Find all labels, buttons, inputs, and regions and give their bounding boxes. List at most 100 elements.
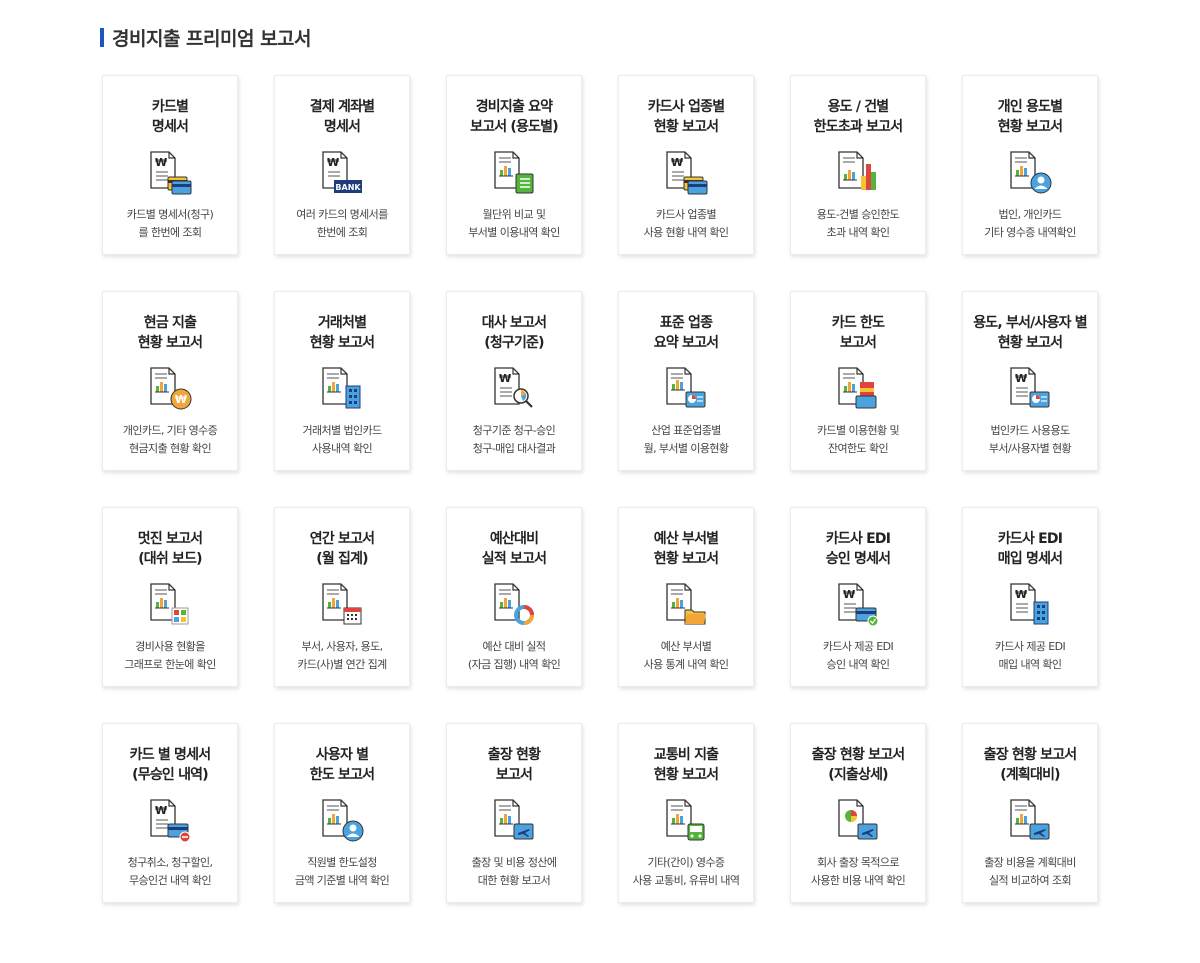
report-card[interactable]: 멋진 보고서 (대쉬 보드) 경비사용 현황을 그래프로 한눈에 확인 — [102, 507, 238, 687]
report-card[interactable]: 카드사 EDI 승인 명세서 ₩ 카드사 제공 EDI 승인 내역 확인 — [790, 507, 926, 687]
won-document-magnifier-icon: ₩ — [492, 366, 536, 414]
report-card-description: 예산 부서별 사용 통계 내역 확인 — [643, 640, 729, 671]
report-card-description: 부서, 사용자, 용도, 카드(사)별 연간 집계 — [297, 640, 387, 671]
report-card[interactable]: 카드사 EDI 매입 명세서 ₩ 카드사 제공 EDI 매입 내역 확인 — [962, 507, 1098, 687]
svg-text:₩: ₩ — [155, 804, 167, 817]
report-grid: 카드별 명세서 ₩ 카드별 명세서(청구) 를 한번에 조회 결제 계좌별 명세서 ₩ B… — [102, 75, 1098, 903]
svg-text:₩: ₩ — [175, 393, 187, 406]
chart-document-bus-icon — [664, 798, 708, 846]
report-card-title: 멋진 보고서 (대쉬 보드) — [137, 531, 203, 567]
report-card-description: 거래처별 법인카드 사용내역 확인 — [302, 424, 382, 455]
chart-document-dashboard-icon — [148, 582, 192, 630]
report-card-description: 기타(간이) 영수증 사용 교통비, 유류비 내역 — [632, 856, 740, 887]
won-document-card-minus-icon: ₩ — [148, 798, 192, 846]
chart-document-piechart-icon — [664, 366, 708, 414]
report-card-description: 법인카드 사용용도 부서/사용자별 현황 — [988, 424, 1072, 455]
report-card[interactable]: 예산대비 실적 보고서예산 대비 실적 (자금 집행) 내역 확인 — [446, 507, 582, 687]
report-card[interactable]: 카드사 업종별 현황 보고서 ₩ 카드사 업종별 사용 현황 내역 확인 — [618, 75, 754, 255]
won-document-card-icon: ₩ — [664, 150, 708, 198]
won-document-piechart-icon: ₩ — [1008, 366, 1052, 414]
report-card-title: 표준 업종 요약 보고서 — [653, 315, 719, 351]
report-card[interactable]: 교통비 지출 현황 보고서 기타(간이) 영수증 사용 교통비, 유류비 내역 — [618, 723, 754, 903]
report-card-title: 예산 부서별 현황 보고서 — [653, 531, 719, 567]
report-card[interactable]: 출장 현황 보고서출장 및 비용 정산에 대한 현황 보고서 — [446, 723, 582, 903]
report-card-description: 직원별 한도설정 금액 기준별 내역 확인 — [294, 856, 390, 887]
report-card-description: 카드사 제공 EDI 승인 내역 확인 — [822, 640, 894, 671]
won-document-building-icon: ₩ — [1008, 582, 1052, 630]
page-title: 경비지출 프리미엄 보고서 — [112, 27, 312, 50]
report-card-title: 카드사 업종별 현황 보고서 — [647, 99, 725, 135]
report-card-description: 여러 카드의 명세서를 한번에 조회 — [296, 208, 388, 239]
report-card[interactable]: 출장 현황 보고서 (계획대비) 출장 비용을 계획대비 실적 비교하여 조회 — [962, 723, 1098, 903]
won-document-bank-icon: ₩ BANK — [320, 150, 364, 198]
chart-document-user-icon — [1008, 150, 1052, 198]
chart-document-calendar-icon — [320, 582, 364, 630]
chart-document-user-icon — [320, 798, 364, 846]
report-card[interactable]: 거래처별 현황 보고서거래처별 법인카드 사용내역 확인 — [274, 291, 410, 471]
report-card[interactable]: 결제 계좌별 명세서 ₩ BANK 여러 카드의 명세서를 한번에 조회 — [274, 75, 410, 255]
report-card[interactable]: 대사 보고서 (청구기준) ₩ 청구기준 청구-승인 청구-매입 대사결과 — [446, 291, 582, 471]
report-card-title: 현금 지출 현황 보고서 — [137, 315, 203, 351]
report-card-title: 거래처별 현황 보고서 — [309, 315, 375, 351]
report-card-description: 예산 대비 실적 (자금 집행) 내역 확인 — [467, 640, 561, 671]
report-card-description: 청구기준 청구-승인 청구-매입 대사결과 — [472, 424, 556, 455]
report-card[interactable]: 용도, 부서/사용자 별 현황 보고서 ₩ 법인카드 사용용도 부서/사용자별 현황 — [962, 291, 1098, 471]
report-card-title: 카드별 명세서 — [151, 99, 189, 135]
report-card-description: 출장 및 비용 정산에 대한 현황 보고서 — [471, 856, 557, 887]
chart-document-coin-icon: ₩ — [148, 366, 192, 414]
report-card-description: 카드사 제공 EDI 매입 내역 확인 — [994, 640, 1066, 671]
report-card-title: 카드사 EDI 승인 명세서 — [825, 531, 891, 567]
svg-text:₩: ₩ — [499, 372, 511, 385]
report-card-title: 결제 계좌별 명세서 — [309, 99, 375, 135]
report-card-title: 출장 현황 보고서 (계획대비) — [983, 747, 1078, 783]
report-card[interactable]: 출장 현황 보고서 (지출상세) 회사 출장 목적으로 사용한 비용 내역 확인 — [790, 723, 926, 903]
report-card-title: 용도, 부서/사용자 별 현황 보고서 — [973, 315, 1087, 351]
report-card[interactable]: 사용자 별 한도 보고서직원별 한도설정 금액 기준별 내역 확인 — [274, 723, 410, 903]
report-card-description: 월단위 비교 및 부서별 이용내역 확인 — [468, 208, 560, 239]
report-card[interactable]: 경비지출 요약 보고서 (용도별) 월단위 비교 및 부서별 이용내역 확인 — [446, 75, 582, 255]
svg-text:BANK: BANK — [335, 183, 361, 192]
chart-document-plane-icon — [1008, 798, 1052, 846]
report-card-title: 카드 별 명세서 (무승인 내역) — [129, 747, 211, 783]
pie-document-plane-icon — [836, 798, 880, 846]
report-card-title: 카드사 EDI 매입 명세서 — [997, 531, 1063, 567]
svg-text:₩: ₩ — [671, 156, 683, 169]
report-card-description: 용도-건별 승인한도 초과 내역 확인 — [816, 208, 900, 239]
title-accent-bar — [100, 27, 104, 47]
report-card[interactable]: 개인 용도별 현황 보고서 법인, 개인카드 기타 영수증 내역확인 — [962, 75, 1098, 255]
won-document-card-check-icon: ₩ — [836, 582, 880, 630]
svg-text:₩: ₩ — [1015, 588, 1027, 601]
report-card[interactable]: 현금 지출 현황 보고서 ₩ 개인카드, 기타 영수증 현금지출 현황 확인 — [102, 291, 238, 471]
svg-text:₩: ₩ — [327, 156, 339, 169]
chart-document-bars-icon — [836, 150, 880, 198]
chart-document-building-icon — [320, 366, 364, 414]
report-card[interactable]: 카드별 명세서 ₩ 카드별 명세서(청구) 를 한번에 조회 — [102, 75, 238, 255]
report-card[interactable]: 카드 별 명세서 (무승인 내역) ₩ 청구취소, 청구할인, 무승인건 내역 확인 — [102, 723, 238, 903]
report-card-description: 청구취소, 청구할인, 무승인건 내역 확인 — [127, 856, 213, 887]
report-card[interactable]: 예산 부서별 현황 보고서예산 부서별 사용 통계 내역 확인 — [618, 507, 754, 687]
report-card-description: 카드별 이용현황 및 잔여한도 확인 — [817, 424, 900, 455]
report-card[interactable]: 용도 / 건별 한도초과 보고서용도-건별 승인한도 초과 내역 확인 — [790, 75, 926, 255]
report-card-title: 사용자 별 한도 보고서 — [309, 747, 375, 783]
svg-text:₩: ₩ — [1015, 372, 1027, 385]
chart-document-plane-icon — [492, 798, 536, 846]
report-card-title: 예산대비 실적 보고서 — [481, 531, 547, 567]
report-card-description: 개인카드, 기타 영수증 현금지출 현황 확인 — [122, 424, 218, 455]
report-card-description: 경비사용 현황을 그래프로 한눈에 확인 — [124, 640, 216, 671]
chart-document-list-icon — [492, 150, 536, 198]
report-card[interactable]: 연간 보고서 (월 집계) 부서, 사용자, 용도, 카드(사)별 연간 집계 — [274, 507, 410, 687]
report-card-title: 출장 현황 보고서 (지출상세) — [811, 747, 906, 783]
report-card-title: 경비지출 요약 보고서 (용도별) — [470, 99, 559, 135]
report-card-title: 대사 보고서 (청구기준) — [481, 315, 547, 351]
svg-text:₩: ₩ — [843, 588, 855, 601]
report-card-title: 용도 / 건별 한도초과 보고서 — [813, 99, 903, 135]
report-card-title: 개인 용도별 현황 보고서 — [997, 99, 1063, 135]
report-card-title: 연간 보고서 (월 집계) — [309, 531, 375, 567]
report-card[interactable]: 카드 한도 보고서 카드별 이용현황 및 잔여한도 확인 — [790, 291, 926, 471]
svg-text:₩: ₩ — [155, 156, 167, 169]
report-card-title: 출장 현황 보고서 — [487, 747, 541, 783]
chart-document-folder-icon — [664, 582, 708, 630]
report-card-description: 회사 출장 목적으로 사용한 비용 내역 확인 — [810, 856, 906, 887]
chart-document-donut-icon — [492, 582, 536, 630]
report-card[interactable]: 표준 업종 요약 보고서 산업 표준업종별 월, 부서별 이용현황 — [618, 291, 754, 471]
